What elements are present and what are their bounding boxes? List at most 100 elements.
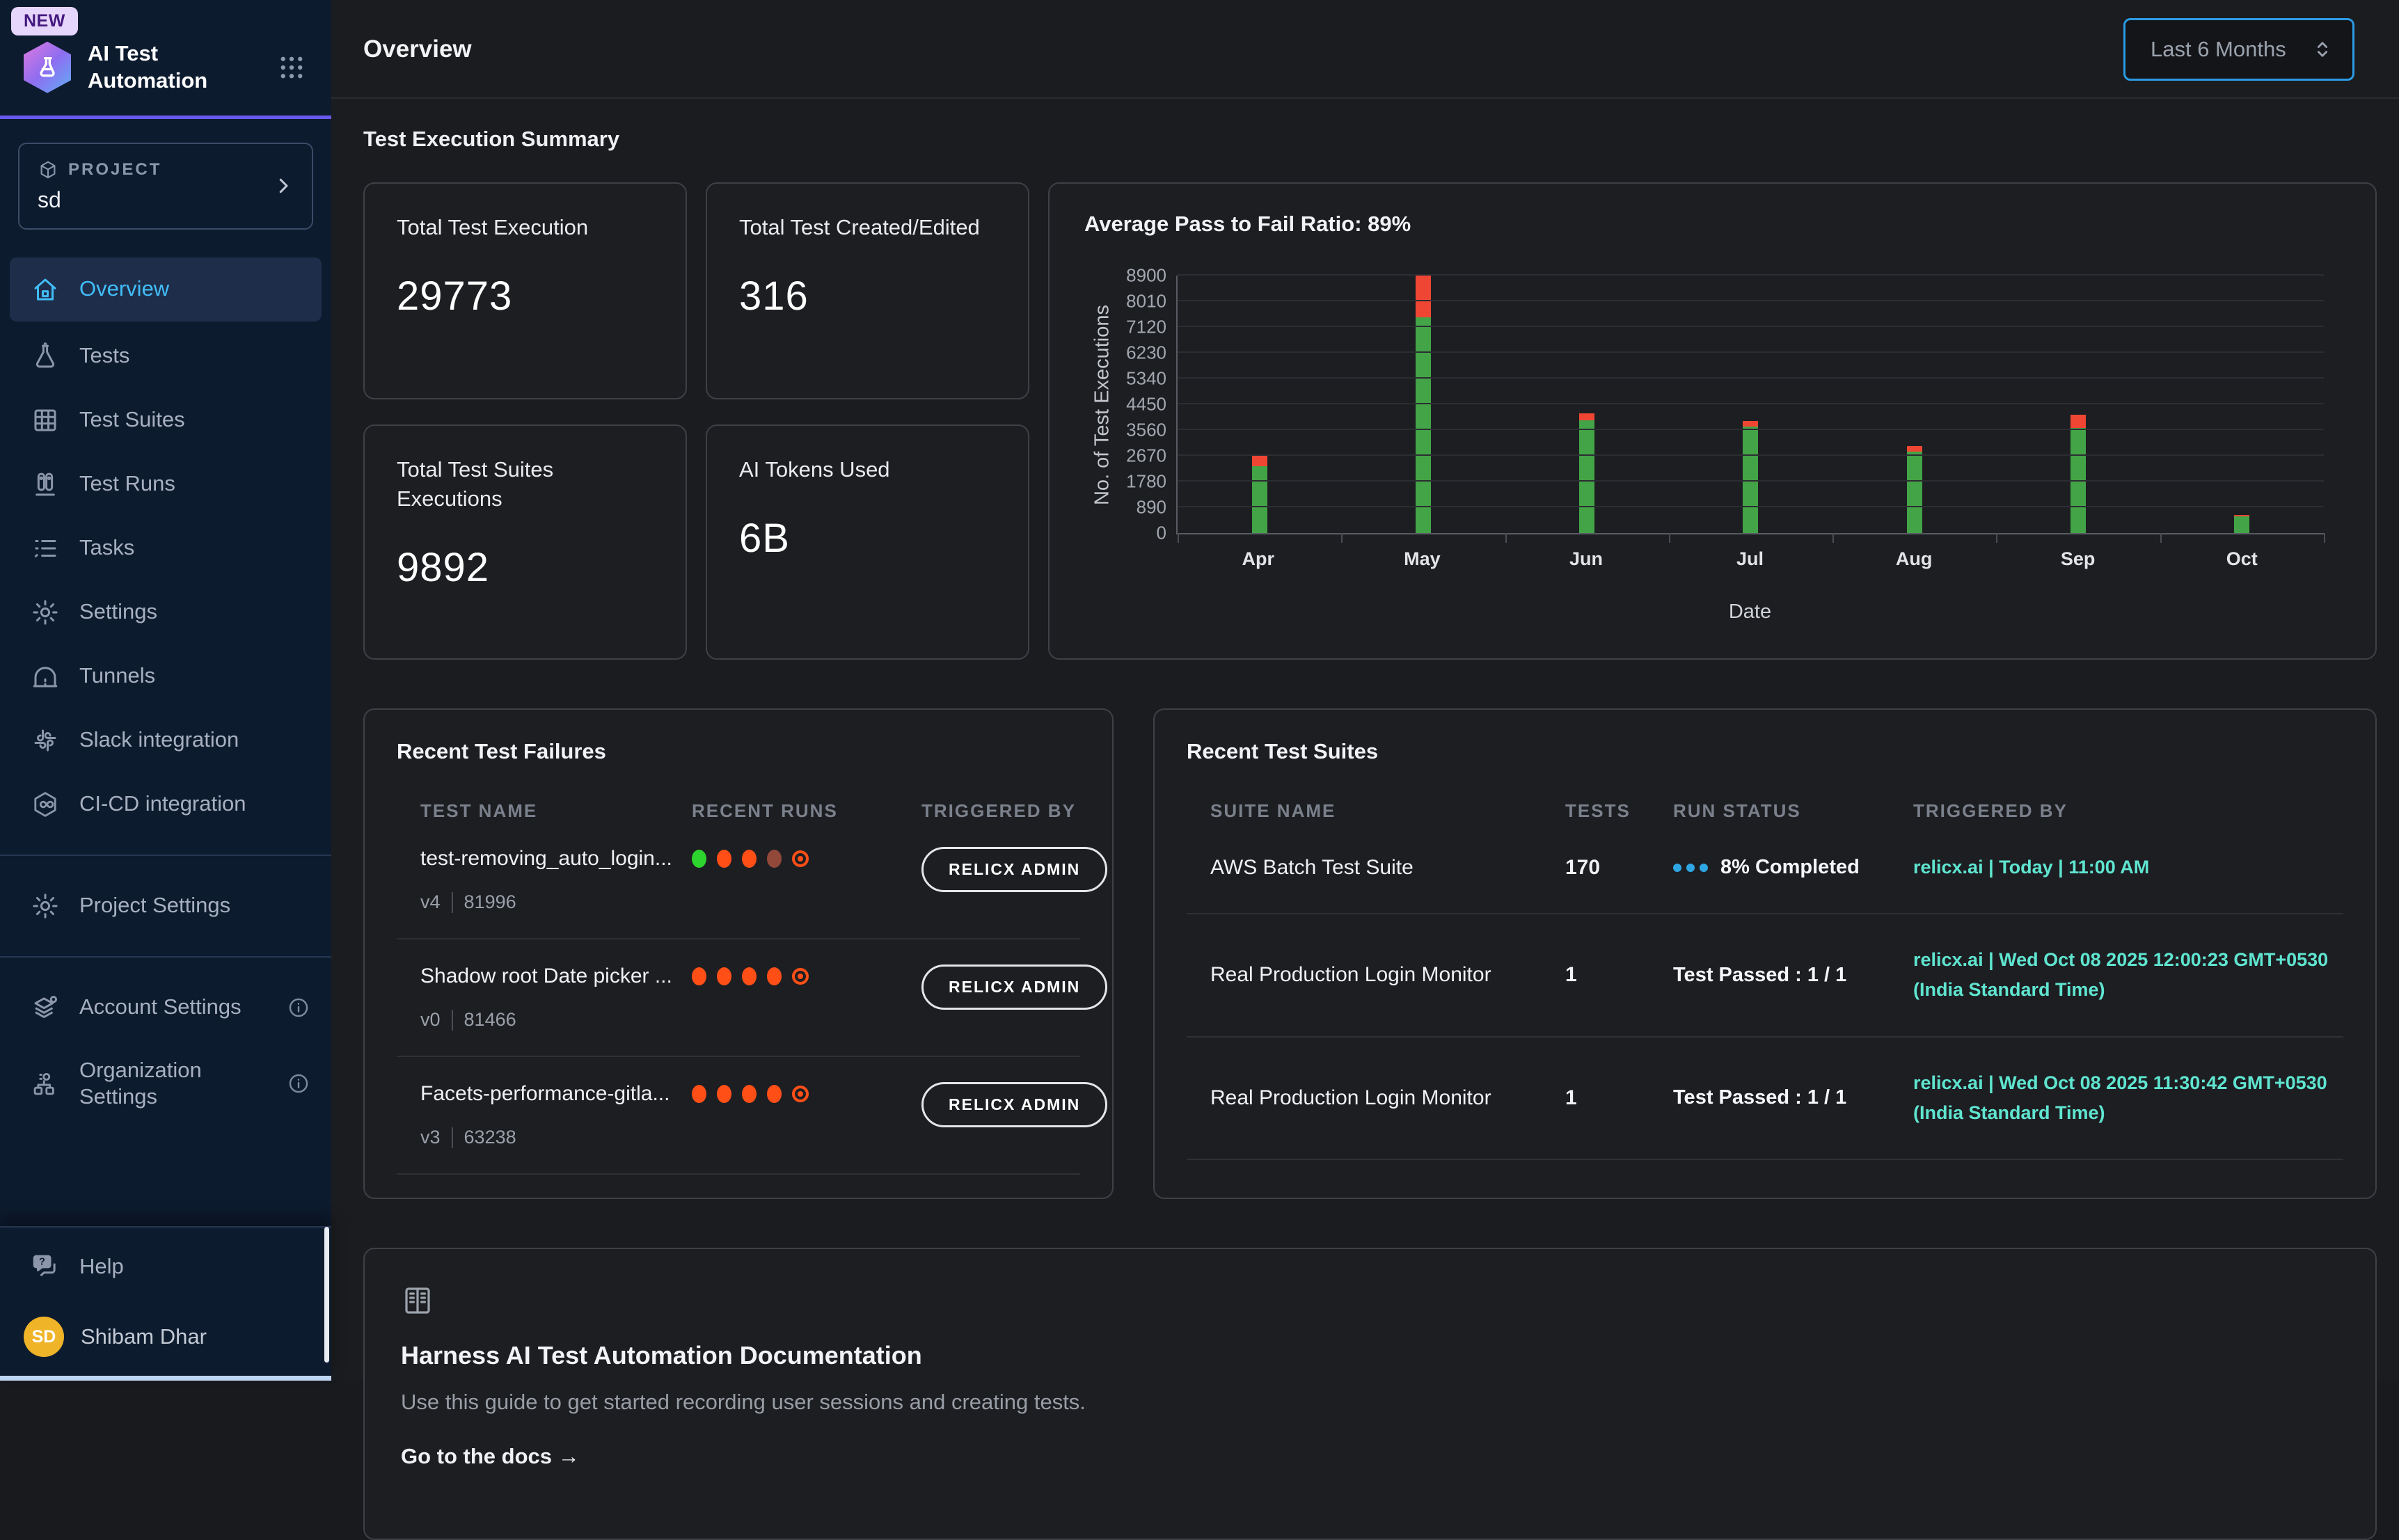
run-status-dot [717, 967, 731, 985]
failure-row[interactable]: Facets-performance-gitla... v363238 RELI… [397, 1057, 1080, 1175]
grid-icon [31, 406, 60, 435]
triggered-by-button[interactable]: RELICX ADMIN [921, 1082, 1107, 1127]
sidebar-item-tasks[interactable]: Tasks [0, 516, 331, 580]
failure-row[interactable]: Copilot: Classified: Leave... v663129 RE… [397, 1175, 1080, 1199]
suite-row[interactable]: AWS Batch Test Suite 170 8% Completed re… [1187, 822, 2343, 914]
x-tick-label: Aug [1832, 548, 1996, 570]
info-icon[interactable] [287, 1072, 310, 1095]
run-status-dot [717, 1085, 731, 1103]
chart-band [1178, 276, 1341, 533]
triggered-by-button[interactable]: RELICX ADMIN [921, 847, 1107, 892]
home-icon [31, 275, 60, 304]
suites-title: Recent Test Suites [1187, 739, 2343, 764]
triggered-by-button[interactable]: RELICX ADMIN [921, 965, 1107, 1010]
suites-table-header: SUITE NAME TESTS RUN STATUS TRIGGERED BY [1187, 800, 2343, 822]
time-range-select[interactable]: Last 6 Months [2123, 18, 2354, 81]
gridline [1178, 326, 2324, 327]
horizontal-scrollbar[interactable] [0, 1376, 331, 1381]
gridline [1178, 454, 2324, 456]
sidebar-item-test-suites[interactable]: Test Suites [0, 388, 331, 452]
documentation-card: Harness AI Test Automation Documentation… [363, 1248, 2377, 1540]
stat-title: Total Test Execution [397, 213, 654, 242]
gridline [1178, 429, 2324, 430]
run-status-ring-icon [792, 850, 809, 867]
stat-title: Total Test Suites Executions [397, 455, 654, 514]
svg-text:?: ? [39, 1256, 45, 1267]
stat-card-total-test-created: Total Test Created/Edited 316 [706, 182, 1029, 399]
sidebar-item-tunnels[interactable]: Tunnels [0, 644, 331, 708]
project-selector[interactable]: PROJECT sd [18, 143, 313, 230]
bar-segment [2234, 516, 2249, 533]
failure-row[interactable]: test-removing_auto_login... v481996 RELI… [397, 822, 1080, 939]
stat-card-total-suite-executions: Total Test Suites Executions 9892 [363, 424, 687, 660]
suite-row[interactable]: Real Production Login Monitor 1 Test Pas… [1187, 1038, 2343, 1160]
run-status-dot [767, 967, 782, 985]
help-icon: ? [31, 1252, 60, 1281]
failure-row[interactable]: Shadow root Date picker ... v081466 RELI… [397, 939, 1080, 1057]
chart-title: Average Pass to Fail Ratio: 89% [1084, 212, 2341, 237]
y-tick-label: 1780 [1126, 471, 1166, 493]
stat-title: AI Tokens Used [739, 455, 996, 484]
sidebar-item-help[interactable]: ? Help [0, 1235, 331, 1299]
chart-bars [1178, 276, 2324, 533]
y-tick-label: 8900 [1126, 265, 1166, 287]
recent-test-suites-card: Recent Test Suites SUITE NAME TESTS RUN … [1153, 708, 2377, 1199]
suite-row[interactable]: Real Production Login Monitor 1 Test Pas… [1187, 1160, 2343, 1199]
docs-link[interactable]: Go to the docs → [401, 1444, 580, 1469]
axis-tick [1669, 533, 1670, 543]
bar-segment [1907, 446, 1922, 452]
stat-title: Total Test Created/Edited [739, 213, 996, 242]
sidebar-item-organization-settings[interactable]: Organization Settings [0, 1040, 331, 1129]
y-tick-label: 2670 [1126, 445, 1166, 467]
sidebar-item-test-runs[interactable]: Test Runs [0, 452, 331, 516]
failures-table-body: test-removing_auto_login... v481996 RELI… [397, 822, 1080, 1199]
section-heading: Test Execution Summary [363, 127, 2377, 152]
gridline [1178, 377, 2324, 379]
recent-runs-dots [692, 1085, 921, 1103]
failures-table-header: TEST NAME RECENT RUNS TRIGGERED BY [397, 800, 1080, 822]
chart-band [1669, 276, 1832, 533]
suite-triggered-by: relicx.ai | Wed Oct 08 2025 11:30:42 GMT… [1913, 1068, 2343, 1128]
slack-icon [31, 726, 60, 755]
chevron-right-icon [273, 175, 294, 196]
sidebar-item-tests[interactable]: Tests [0, 324, 331, 388]
sidebar-item-settings[interactable]: Settings [0, 580, 331, 644]
suite-row[interactable]: Real Production Login Monitor 1 Test Pas… [1187, 914, 2343, 1037]
bar-segment [1416, 317, 1431, 533]
y-tick-label: 0 [1157, 523, 1166, 544]
test-meta: v363238 [420, 1127, 692, 1148]
page-header: Overview Last 6 Months [331, 0, 2399, 97]
tunnel-icon [31, 662, 60, 691]
bar-segment [1416, 276, 1431, 317]
recent-runs-dots [692, 967, 921, 985]
sidebar-item-slack-integration[interactable]: Slack integration [0, 708, 331, 772]
sidebar-item-cicd-integration[interactable]: CI-CD integration [0, 772, 331, 836]
suite-name: Real Production Login Monitor [1210, 963, 1565, 987]
org-icon [31, 1069, 60, 1098]
sidebar-item-project-settings[interactable]: Project Settings [0, 874, 331, 938]
sidebar-footer: ? Help SD Shibam Dhar [0, 1226, 331, 1381]
sidebar-scrollbar-thumb[interactable] [324, 1227, 329, 1363]
sidebar-item-overview[interactable]: Overview [10, 257, 322, 322]
column-triggered-by: TRIGGERED BY [1913, 800, 2343, 822]
project-label: PROJECT [68, 160, 161, 180]
run-status-dot [742, 1085, 757, 1103]
apps-grid-icon[interactable] [277, 53, 306, 82]
axis-tick [2324, 533, 2325, 543]
bar-segment [1743, 421, 1758, 427]
sidebar-item-account-settings[interactable]: Account Settings [0, 976, 331, 1040]
user-name: Shibam Dhar [81, 1324, 207, 1349]
run-status-dot [692, 1085, 706, 1103]
gridline [1178, 300, 2324, 301]
bar-segment [1579, 413, 1594, 421]
info-icon[interactable] [287, 996, 310, 1019]
sidebar-menu: Overview Tests Test Suites Test Runs Tas… [0, 237, 331, 1129]
bar-segment [2071, 415, 2086, 427]
docs-subtitle: Use this guide to get started recording … [401, 1390, 2339, 1415]
chart-band [1505, 276, 1669, 533]
run-status-dot [742, 967, 757, 985]
user-menu[interactable]: SD Shibam Dhar [0, 1299, 331, 1381]
stat-card-total-test-execution: Total Test Execution 29773 [363, 182, 687, 399]
stacked-bar [1579, 276, 1594, 533]
x-tick-label: Jul [1668, 548, 1832, 570]
